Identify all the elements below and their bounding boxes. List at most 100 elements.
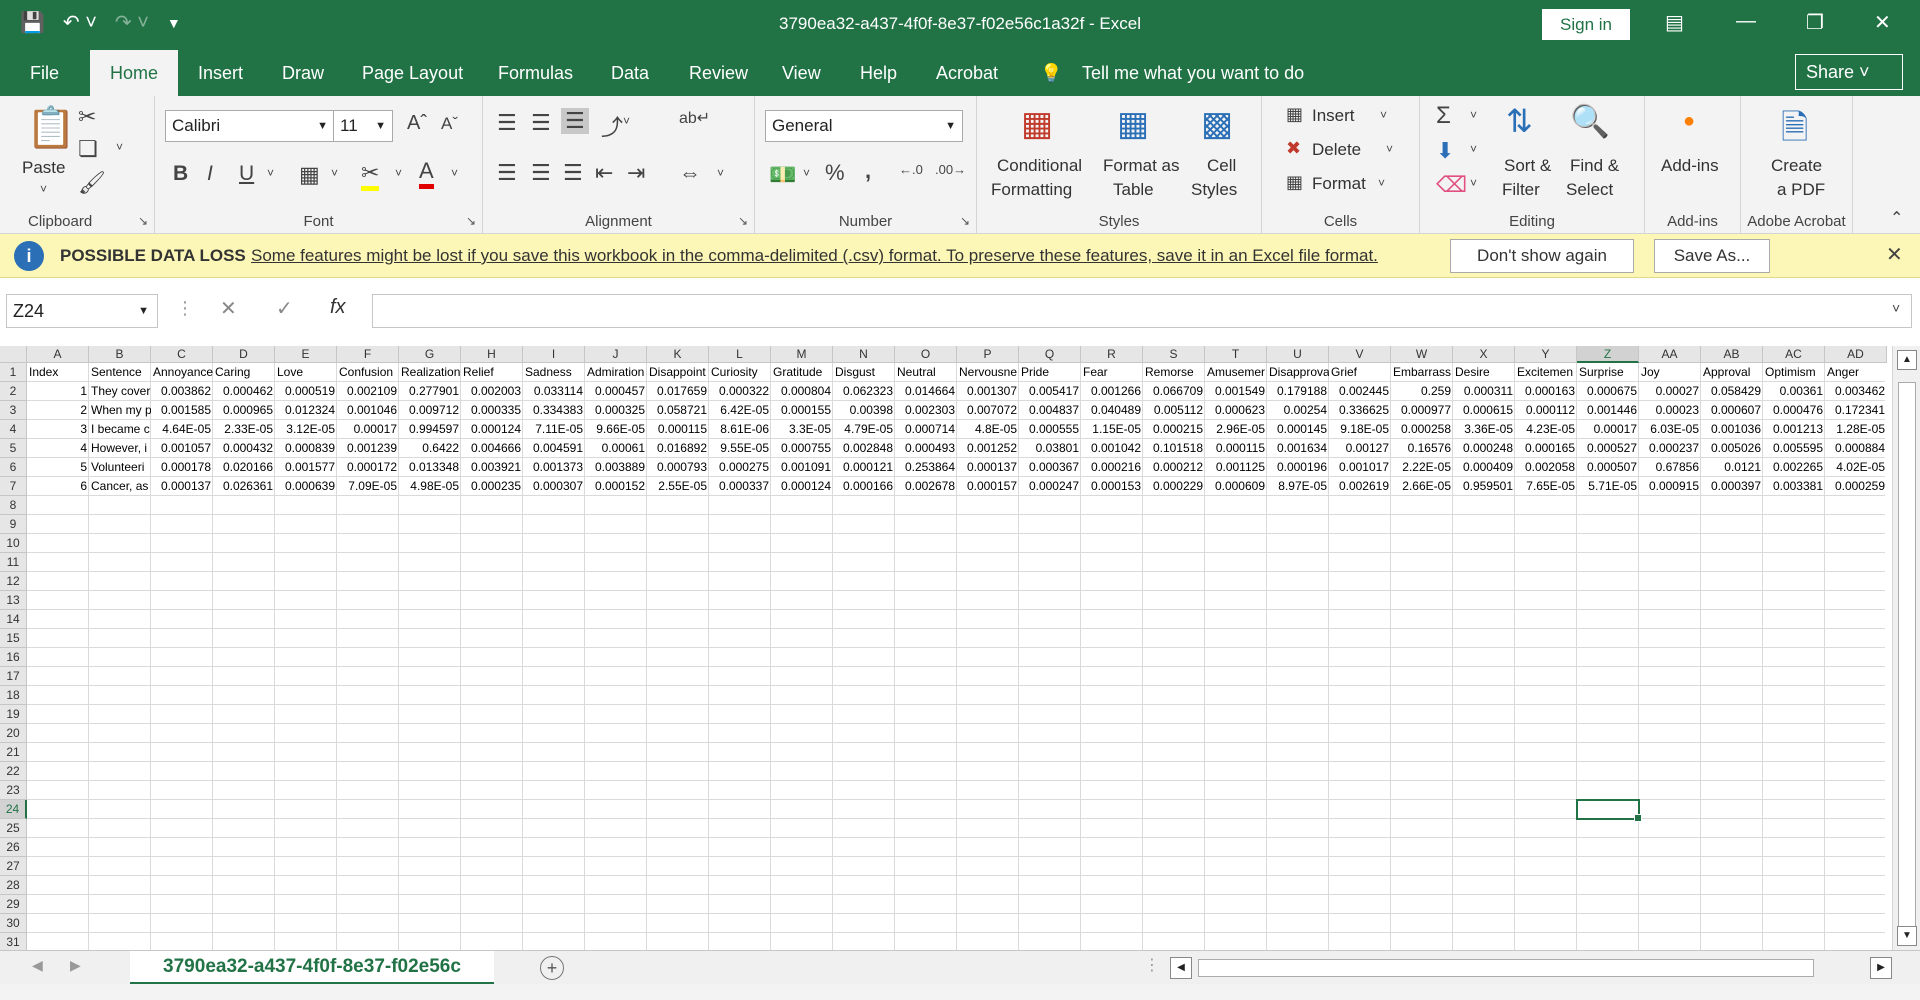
cell-a2[interactable]: 1 <box>27 382 89 401</box>
column-header-ab[interactable]: AB <box>1701 346 1763 363</box>
cell-l5[interactable]: 9.55E-05 <box>709 439 771 458</box>
restore-icon[interactable]: ❐ <box>1806 10 1824 35</box>
create-pdf-icon[interactable]: 🗎 <box>1781 104 1808 161</box>
find-select-label2[interactable]: Select <box>1566 180 1613 200</box>
conditional-formatting-label2[interactable]: Formatting <box>991 180 1072 200</box>
font-size-select[interactable]: 11 ▼ <box>333 110 393 142</box>
column-header-l[interactable]: L <box>709 346 771 363</box>
cell-g5[interactable]: 0.6422 <box>399 439 461 458</box>
cell-z2[interactable]: 0.000675 <box>1577 382 1639 401</box>
row-header-9[interactable]: 9 <box>0 515 27 534</box>
cell-o2[interactable]: 0.014664 <box>895 382 957 401</box>
cell-g4[interactable]: 0.994597 <box>399 420 461 439</box>
cell-i3[interactable]: 0.334383 <box>523 401 585 420</box>
cell-g6[interactable]: 0.013348 <box>399 458 461 477</box>
cell-x1[interactable]: Desire <box>1453 363 1515 382</box>
scroll-down-icon[interactable]: ▼ <box>1897 926 1917 946</box>
cell-aa4[interactable]: 6.03E-05 <box>1639 420 1701 439</box>
cell-f5[interactable]: 0.001239 <box>337 439 399 458</box>
font-launcher-icon[interactable]: ↘ <box>466 214 476 228</box>
ribbon-display-options-icon[interactable]: ▤ <box>1665 10 1684 35</box>
insert-dropdown-icon[interactable]: ˅ <box>1380 108 1387 122</box>
create-pdf-label1[interactable]: Create <box>1771 156 1822 176</box>
cell-a3[interactable]: 2 <box>27 401 89 420</box>
fill-icon[interactable]: ⬇ <box>1436 138 1454 164</box>
column-header-r[interactable]: R <box>1081 346 1143 363</box>
tab-insert[interactable]: Insert <box>198 50 243 96</box>
cell-m6[interactable]: 0.001091 <box>771 458 833 477</box>
row-header-23[interactable]: 23 <box>0 781 27 800</box>
decrease-font-icon[interactable]: Aˇ <box>441 114 458 134</box>
row-header-5[interactable]: 5 <box>0 439 27 458</box>
row-header-25[interactable]: 25 <box>0 819 27 838</box>
cell-e1[interactable]: Love <box>275 363 337 382</box>
delete-dropdown-icon[interactable]: ˅ <box>1386 142 1393 156</box>
cell-r2[interactable]: 0.001266 <box>1081 382 1143 401</box>
cell-w7[interactable]: 2.66E-05 <box>1391 477 1453 496</box>
format-cells-icon[interactable]: ▦ <box>1286 172 1303 193</box>
tab-home[interactable]: Home <box>90 50 178 96</box>
cell-ac5[interactable]: 0.005595 <box>1763 439 1825 458</box>
orientation-icon[interactable]: ⤴ <box>601 110 623 142</box>
cell-c5[interactable]: 0.001057 <box>151 439 213 458</box>
column-header-f[interactable]: F <box>337 346 399 363</box>
cell-ac7[interactable]: 0.003381 <box>1763 477 1825 496</box>
row-header-17[interactable]: 17 <box>0 667 27 686</box>
column-header-c[interactable]: C <box>151 346 213 363</box>
column-header-t[interactable]: T <box>1205 346 1267 363</box>
tab-acrobat[interactable]: Acrobat <box>936 50 998 96</box>
decrease-decimal-icon[interactable]: .00→ <box>935 162 966 177</box>
cell-s6[interactable]: 0.000212 <box>1143 458 1205 477</box>
cell-a4[interactable]: 3 <box>27 420 89 439</box>
increase-decimal-icon[interactable]: ←.0 <box>899 162 923 177</box>
cell-b3[interactable]: When my p <box>89 401 151 420</box>
more-options-icon[interactable]: ⋮ <box>176 298 194 319</box>
conditional-formatting-icon[interactable]: ▦ <box>1021 104 1053 144</box>
font-color-dropdown-icon[interactable]: ˅ <box>451 166 458 180</box>
cell-t3[interactable]: 0.000623 <box>1205 401 1267 420</box>
align-right-icon[interactable]: ☰ <box>563 160 583 186</box>
row-header-15[interactable]: 15 <box>0 629 27 648</box>
cell-e3[interactable]: 0.012324 <box>275 401 337 420</box>
borders-icon[interactable]: ▦ <box>299 162 320 188</box>
cell-v2[interactable]: 0.002445 <box>1329 382 1391 401</box>
font-color-icon[interactable]: A <box>419 158 434 189</box>
column-header-s[interactable]: S <box>1143 346 1205 363</box>
cell-f4[interactable]: 0.00017 <box>337 420 399 439</box>
cell-a5[interactable]: 4 <box>27 439 89 458</box>
row-header-12[interactable]: 12 <box>0 572 27 591</box>
cell-a6[interactable]: 5 <box>27 458 89 477</box>
cell-c4[interactable]: 4.64E-05 <box>151 420 213 439</box>
cell-z6[interactable]: 0.000507 <box>1577 458 1639 477</box>
tab-draw[interactable]: Draw <box>282 50 324 96</box>
cell-t6[interactable]: 0.001125 <box>1205 458 1267 477</box>
row-header-22[interactable]: 22 <box>0 762 27 781</box>
row-header-4[interactable]: 4 <box>0 420 27 439</box>
row-header-30[interactable]: 30 <box>0 914 27 933</box>
cell-b1[interactable]: Sentence <box>89 363 151 382</box>
cell-g1[interactable]: Realization <box>399 363 461 382</box>
cell-z4[interactable]: 0.00017 <box>1577 420 1639 439</box>
cell-t5[interactable]: 0.000115 <box>1205 439 1267 458</box>
number-launcher-icon[interactable]: ↘ <box>960 214 970 228</box>
cell-k7[interactable]: 2.55E-05 <box>647 477 709 496</box>
scroll-right-icon[interactable]: ▶ <box>1870 957 1892 979</box>
cell-t4[interactable]: 2.96E-05 <box>1205 420 1267 439</box>
column-header-j[interactable]: J <box>585 346 647 363</box>
cell-i4[interactable]: 7.11E-05 <box>523 420 585 439</box>
insert-cells-icon[interactable]: ▦ <box>1286 104 1303 125</box>
cells-area[interactable]: Index Sentence Annoyance Caring Love Confusio… <box>27 363 1885 950</box>
column-header-a[interactable]: A <box>27 346 89 363</box>
cell-u5[interactable]: 0.001634 <box>1267 439 1329 458</box>
row-header-31[interactable]: 31 <box>0 933 27 950</box>
row-header-3[interactable]: 3 <box>0 401 27 420</box>
cell-a7[interactable]: 6 <box>27 477 89 496</box>
cell-aa1[interactable]: Joy <box>1639 363 1701 382</box>
cell-ad2[interactable]: 0.003462 <box>1825 382 1887 401</box>
underline-icon[interactable]: U <box>239 162 254 186</box>
row-header-26[interactable]: 26 <box>0 838 27 857</box>
tab-help[interactable]: Help <box>860 50 897 96</box>
column-header-x[interactable]: X <box>1453 346 1515 363</box>
cell-b7[interactable]: Cancer, as <box>89 477 151 496</box>
dont-show-again-button[interactable]: Don't show again <box>1450 239 1634 273</box>
